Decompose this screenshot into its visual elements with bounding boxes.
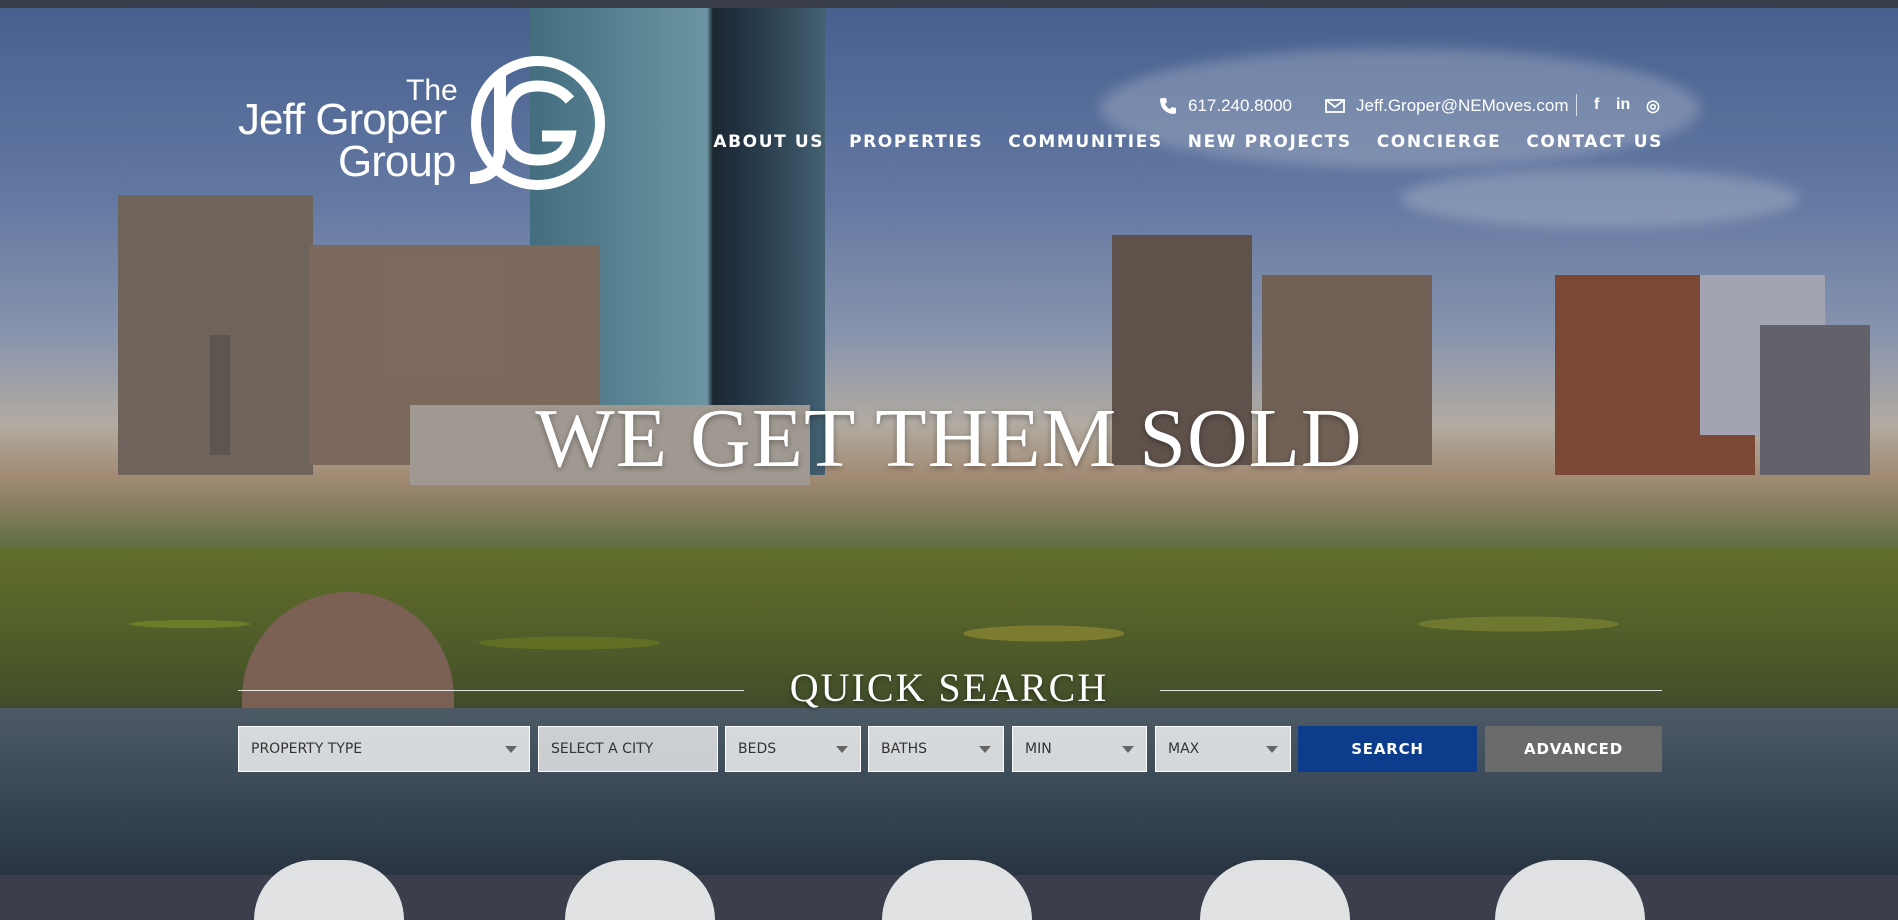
nav-about-us[interactable]: ABOUT US xyxy=(713,132,824,152)
phone-icon xyxy=(1160,98,1176,114)
chevron-down-icon xyxy=(1266,746,1278,753)
min-price-value: MIN xyxy=(1025,741,1052,757)
baths-value: BATHS xyxy=(881,741,928,757)
beds-select[interactable]: BEDS xyxy=(725,726,861,772)
nav-properties[interactable]: PROPERTIES xyxy=(849,132,983,152)
search-button[interactable]: SEARCH xyxy=(1298,726,1477,772)
property-type-select[interactable]: PROPERTY TYPE xyxy=(238,726,530,772)
hero-headline: WE GET THEM SOLD xyxy=(535,392,1363,485)
property-type-value: PROPERTY TYPE xyxy=(251,741,363,757)
nav-contact-us[interactable]: CONTACT US xyxy=(1526,132,1663,152)
facebook-icon[interactable]: f xyxy=(1594,96,1599,114)
max-price-select[interactable]: MAX xyxy=(1155,726,1291,772)
beds-value: BEDS xyxy=(738,741,777,757)
chevron-down-icon xyxy=(1122,746,1134,753)
logo-name-line1: Jeff Groper xyxy=(238,95,447,144)
logo-name-line2: Group xyxy=(338,137,456,186)
email-link[interactable]: Jeff.Groper@NEMoves.com xyxy=(1324,94,1569,118)
city-placeholder: SELECT A CITY xyxy=(551,741,654,757)
chevron-down-icon xyxy=(836,746,848,753)
nav-new-projects[interactable]: NEW PROJECTS xyxy=(1188,132,1352,152)
main-nav: ABOUT US PROPERTIES COMMUNITIES NEW PROJ… xyxy=(713,132,1663,152)
top-bar xyxy=(0,0,1898,8)
chevron-down-icon xyxy=(979,746,991,753)
quick-search-title: QUICK SEARCH xyxy=(789,665,1109,710)
min-price-select[interactable]: MIN xyxy=(1012,726,1147,772)
max-price-value: MAX xyxy=(1168,741,1200,757)
company-logo[interactable]: The Jeff Groper Group xyxy=(238,52,608,194)
instagram-icon[interactable]: ◎ xyxy=(1646,96,1660,116)
nav-communities[interactable]: COMMUNITIES xyxy=(1008,132,1163,152)
phone-number: 617.240.8000 xyxy=(1188,96,1292,115)
phone-link[interactable]: 617.240.8000 xyxy=(1158,94,1292,118)
jg-monogram-icon xyxy=(469,56,605,190)
nav-concierge[interactable]: CONCIERGE xyxy=(1377,132,1502,152)
envelope-icon xyxy=(1325,99,1345,113)
chevron-down-icon xyxy=(505,746,517,753)
advanced-search-button[interactable]: ADVANCED xyxy=(1485,726,1662,772)
baths-select[interactable]: BATHS xyxy=(868,726,1004,772)
linkedin-icon[interactable]: in xyxy=(1616,96,1630,114)
contact-divider xyxy=(1576,94,1577,116)
email-address: Jeff.Groper@NEMoves.com xyxy=(1356,96,1569,115)
city-input[interactable]: SELECT A CITY xyxy=(538,726,718,772)
